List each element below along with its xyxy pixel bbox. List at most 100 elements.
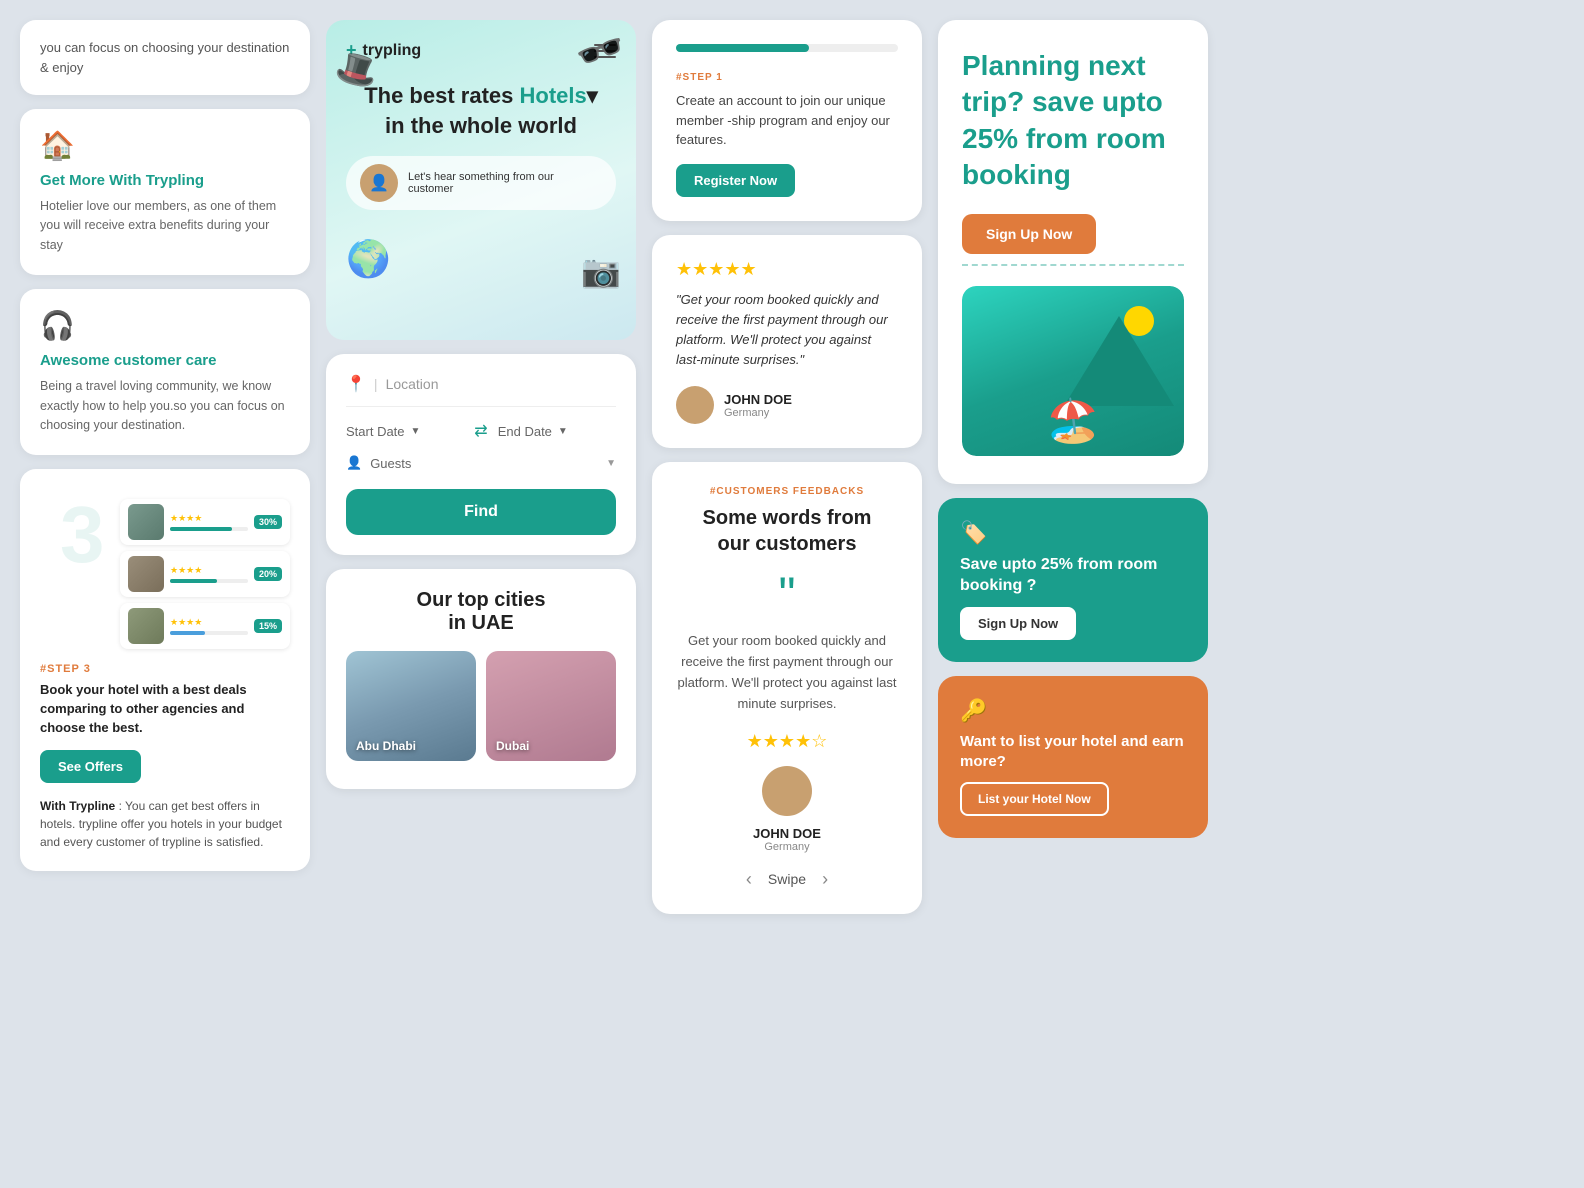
city-label-dubai: Dubai	[496, 739, 529, 753]
location-pin-icon: 📍	[346, 374, 366, 394]
beach-bg: 🏖️	[962, 286, 1184, 456]
feature-care-card: 🎧 Awesome customer care Being a travel l…	[20, 289, 310, 455]
feedback-quote-text: Get your room booked quickly and receive…	[676, 631, 898, 714]
testimonial-text: Let's hear something from our customer	[408, 171, 602, 195]
step1-card: #STEP 1 Create an account to join our un…	[652, 20, 922, 221]
hero-testimonial: 👤 Let's hear something from our customer	[346, 156, 616, 210]
location-placeholder[interactable]: Location	[386, 376, 439, 392]
sign-up-now-button[interactable]: Sign Up Now	[962, 214, 1096, 254]
date-row: Start Date ▼ ⇄ End Date ▼	[346, 421, 616, 441]
hotel-info-3: ★★★★	[170, 617, 248, 635]
step3-card: 3 ★★★★ 30% ★★★★	[20, 469, 310, 871]
city-card-abudhabi[interactable]: Abu Dhabi	[346, 651, 476, 761]
step3-label: #STEP 3	[40, 663, 290, 675]
hotel-item-3: ★★★★ 15%	[120, 603, 290, 649]
step3-desc: Book your hotel with a best deals compar…	[40, 681, 290, 738]
feature1-desc: Hotelier love our members, as one of the…	[40, 197, 290, 255]
step1-desc: Create an account to join our unique mem…	[676, 91, 898, 150]
register-now-button[interactable]: Register Now	[676, 164, 795, 197]
intro-card: you can focus on choosing your destinati…	[20, 20, 310, 95]
hotels-accent: Hotels	[520, 83, 587, 108]
review-author-country: Germany	[724, 407, 792, 419]
hotel-item-1: ★★★★ 30%	[120, 499, 290, 545]
guests-label[interactable]: Guests	[370, 456, 411, 471]
hotel-img-3	[128, 608, 164, 644]
hotel-badge-1: 30%	[254, 515, 282, 529]
hotel-info-2: ★★★★	[170, 565, 248, 583]
feedback-card: #CUSTOMERS FEEDBACKS Some words from our…	[652, 462, 922, 914]
cities-card: Our top cities in UAE Abu Dhabi Dubai	[326, 569, 636, 789]
hotel-list-mock: ★★★★ 30% ★★★★ 20%	[120, 499, 290, 655]
hero-headline: The best rates Hotels▾ in the whole worl…	[346, 81, 616, 140]
hotel-stars-2: ★★★★	[170, 565, 248, 576]
review-avatar	[676, 386, 714, 424]
swipe-left-arrow[interactable]: ‹	[746, 869, 752, 890]
dashed-divider	[962, 264, 1184, 266]
search-location-row: 📍 | Location	[346, 374, 616, 407]
list-text: Want to list your hotel and earn more?	[960, 732, 1186, 773]
feedback-tag: #CUSTOMERS FEEDBACKS	[676, 486, 898, 497]
list-hotel-button[interactable]: List your Hotel Now	[960, 782, 1109, 816]
home-icon: 🏠	[40, 129, 290, 162]
swipe-right-arrow[interactable]: ›	[822, 869, 828, 890]
end-date-btn[interactable]: End Date ▼	[498, 424, 616, 439]
review-author-info: JOHN DOE Germany	[724, 392, 792, 419]
save-icon: 🏷️	[960, 520, 1186, 546]
cities-grid: Abu Dhabi Dubai	[346, 651, 616, 761]
swipe-label[interactable]: Swipe	[768, 871, 806, 887]
person-on-beach-icon: 🏖️	[1047, 397, 1099, 446]
beach-illustration: 🏖️	[962, 286, 1184, 456]
camera-icon: 📷	[581, 252, 621, 290]
hotel-item-2: ★★★★ 20%	[120, 551, 290, 597]
feature2-desc: Being a travel loving community, we know…	[40, 377, 290, 435]
find-button[interactable]: Find	[346, 489, 616, 535]
feedback-stars: ★★★★☆	[676, 731, 898, 752]
save-card: 🏷️ Save upto 25% from room booking ? Sig…	[938, 498, 1208, 662]
guests-left: 👤 Guests	[346, 455, 411, 471]
search-card: 📍 | Location Start Date ▼ ⇄ End Date ▼ 👤	[326, 354, 636, 555]
hotel-stars-1: ★★★★	[170, 513, 248, 524]
step1-label: #STEP 1	[676, 72, 898, 83]
cities-title: Our top cities in UAE	[346, 589, 616, 635]
city-label-abudhabi: Abu Dhabi	[356, 739, 416, 753]
swap-dates-icon[interactable]: ⇄	[474, 421, 487, 441]
hotel-badge-3: 15%	[254, 619, 282, 633]
list-card: 🔑 Want to list your hotel and earn more?…	[938, 676, 1208, 839]
intro-text: you can focus on choosing your destinati…	[40, 38, 290, 77]
hotel-badge-2: 20%	[254, 567, 282, 581]
see-offers-button[interactable]: See Offers	[40, 750, 141, 783]
big-quote-icon: "	[676, 577, 898, 615]
guests-row: 👤 Guests ▼	[346, 455, 616, 471]
review-stars: ★★★★★	[676, 259, 898, 280]
bottom-offers-column: 🏷️ Save upto 25% from room booking ? Sig…	[938, 498, 1208, 839]
progress-fill	[676, 44, 809, 52]
promo-card: Planning next trip? save upto 25% from r…	[938, 20, 1208, 484]
review-quote: "Get your room booked quickly and receiv…	[676, 290, 898, 371]
review-card: ★★★★★ "Get your room booked quickly and …	[652, 235, 922, 449]
hotel-img-1	[128, 504, 164, 540]
city-card-dubai[interactable]: Dubai	[486, 651, 616, 761]
feedback-author-country: Germany	[676, 841, 898, 853]
feedback-author-name: JOHN DOE	[676, 826, 898, 841]
start-date-btn[interactable]: Start Date ▼	[346, 424, 464, 439]
testimonial-avatar: 👤	[360, 164, 398, 202]
hotel-info-1: ★★★★	[170, 513, 248, 531]
key-icon: 🔑	[960, 698, 1186, 724]
review-author-name: JOHN DOE	[724, 392, 792, 407]
swipe-row: ‹ Swipe ›	[676, 869, 898, 890]
headphones-icon: 🎧	[40, 309, 290, 342]
guests-dropdown-icon[interactable]: ▼	[606, 458, 616, 469]
save-text: Save upto 25% from room booking ?	[960, 554, 1186, 597]
feedback-title: Some words from our customers	[676, 505, 898, 557]
sign-up-now-save-button[interactable]: Sign Up Now	[960, 607, 1076, 640]
feature2-title: Awesome customer care	[40, 352, 290, 369]
feature-hotels-card: 🏠 Get More With Trypling Hotelier love o…	[20, 109, 310, 275]
progress-bar	[676, 44, 898, 52]
hero-card: + trypling 🕶️ 🎩 🌍 📷 The best rates Hotel…	[326, 20, 636, 340]
mountain-shape	[1064, 316, 1174, 406]
person-icon: 👤	[346, 455, 362, 471]
promo-title: Planning next trip? save upto 25% from r…	[962, 48, 1184, 194]
feature1-title: Get More With Trypling	[40, 172, 290, 189]
review-author: JOHN DOE Germany	[676, 386, 898, 424]
feedback-avatar	[762, 766, 812, 816]
